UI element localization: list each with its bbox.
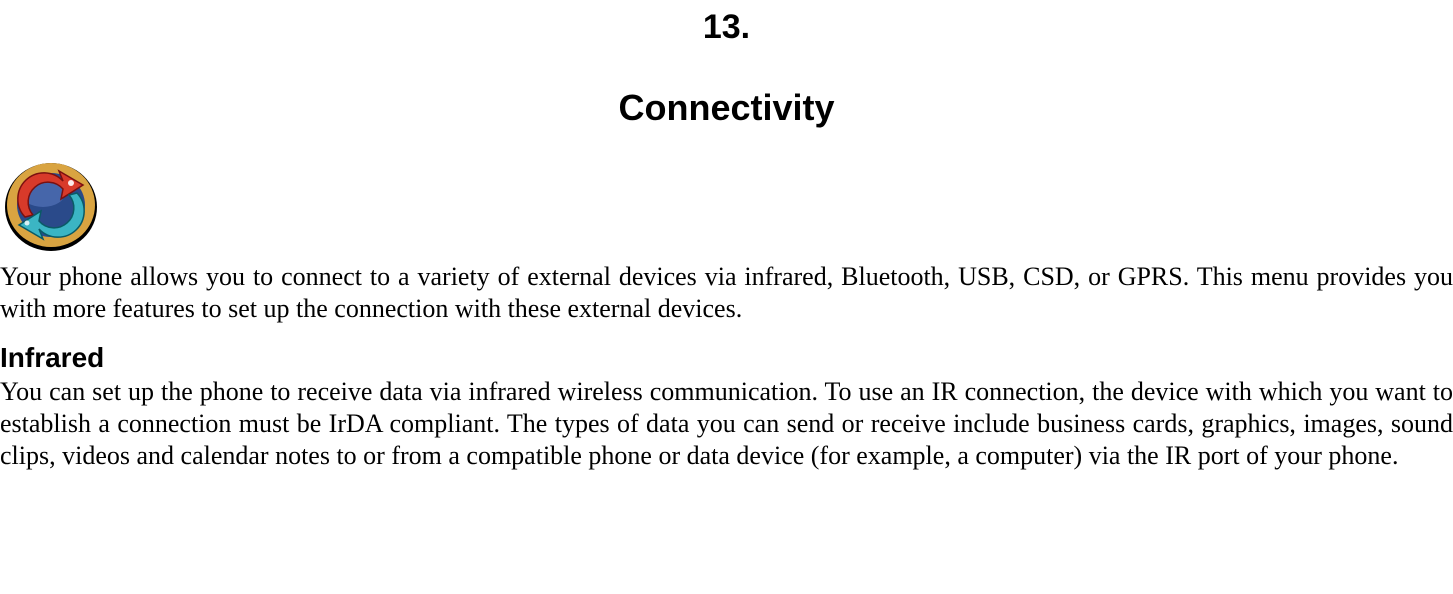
chapter-number: 13. bbox=[0, 8, 1453, 47]
sync-arrows-icon bbox=[3, 157, 103, 253]
intro-paragraph: Your phone allows you to connect to a va… bbox=[0, 261, 1453, 324]
chapter-title: Connectivity bbox=[0, 87, 1453, 129]
section-heading-infrared: Infrared bbox=[0, 342, 1453, 374]
connectivity-icon bbox=[3, 157, 1453, 258]
section-body-infrared: You can set up the phone to receive data… bbox=[0, 376, 1453, 471]
